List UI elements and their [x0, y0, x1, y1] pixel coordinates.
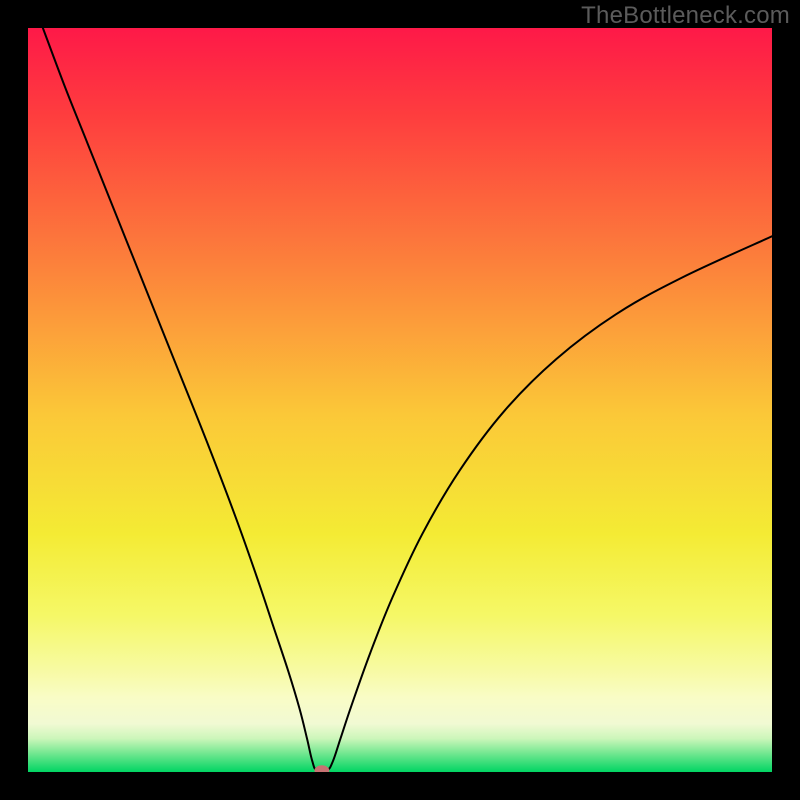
bottleneck-chart: [28, 28, 772, 772]
chart-frame: TheBottleneck.com: [0, 0, 800, 800]
watermark-text: TheBottleneck.com: [581, 2, 790, 30]
chart-background: [28, 28, 772, 772]
